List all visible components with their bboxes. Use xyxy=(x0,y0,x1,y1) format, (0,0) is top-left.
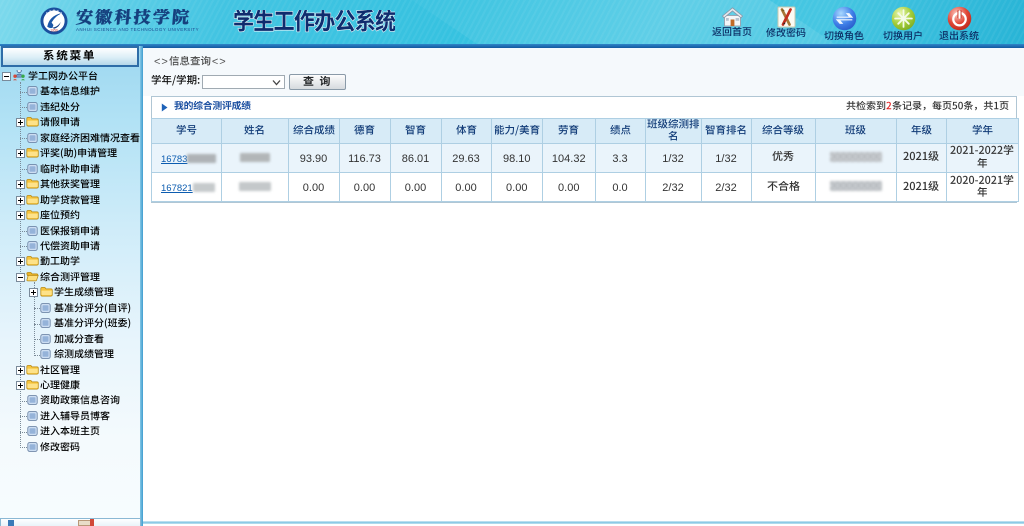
svg-text:1950: 1950 xyxy=(50,29,58,33)
